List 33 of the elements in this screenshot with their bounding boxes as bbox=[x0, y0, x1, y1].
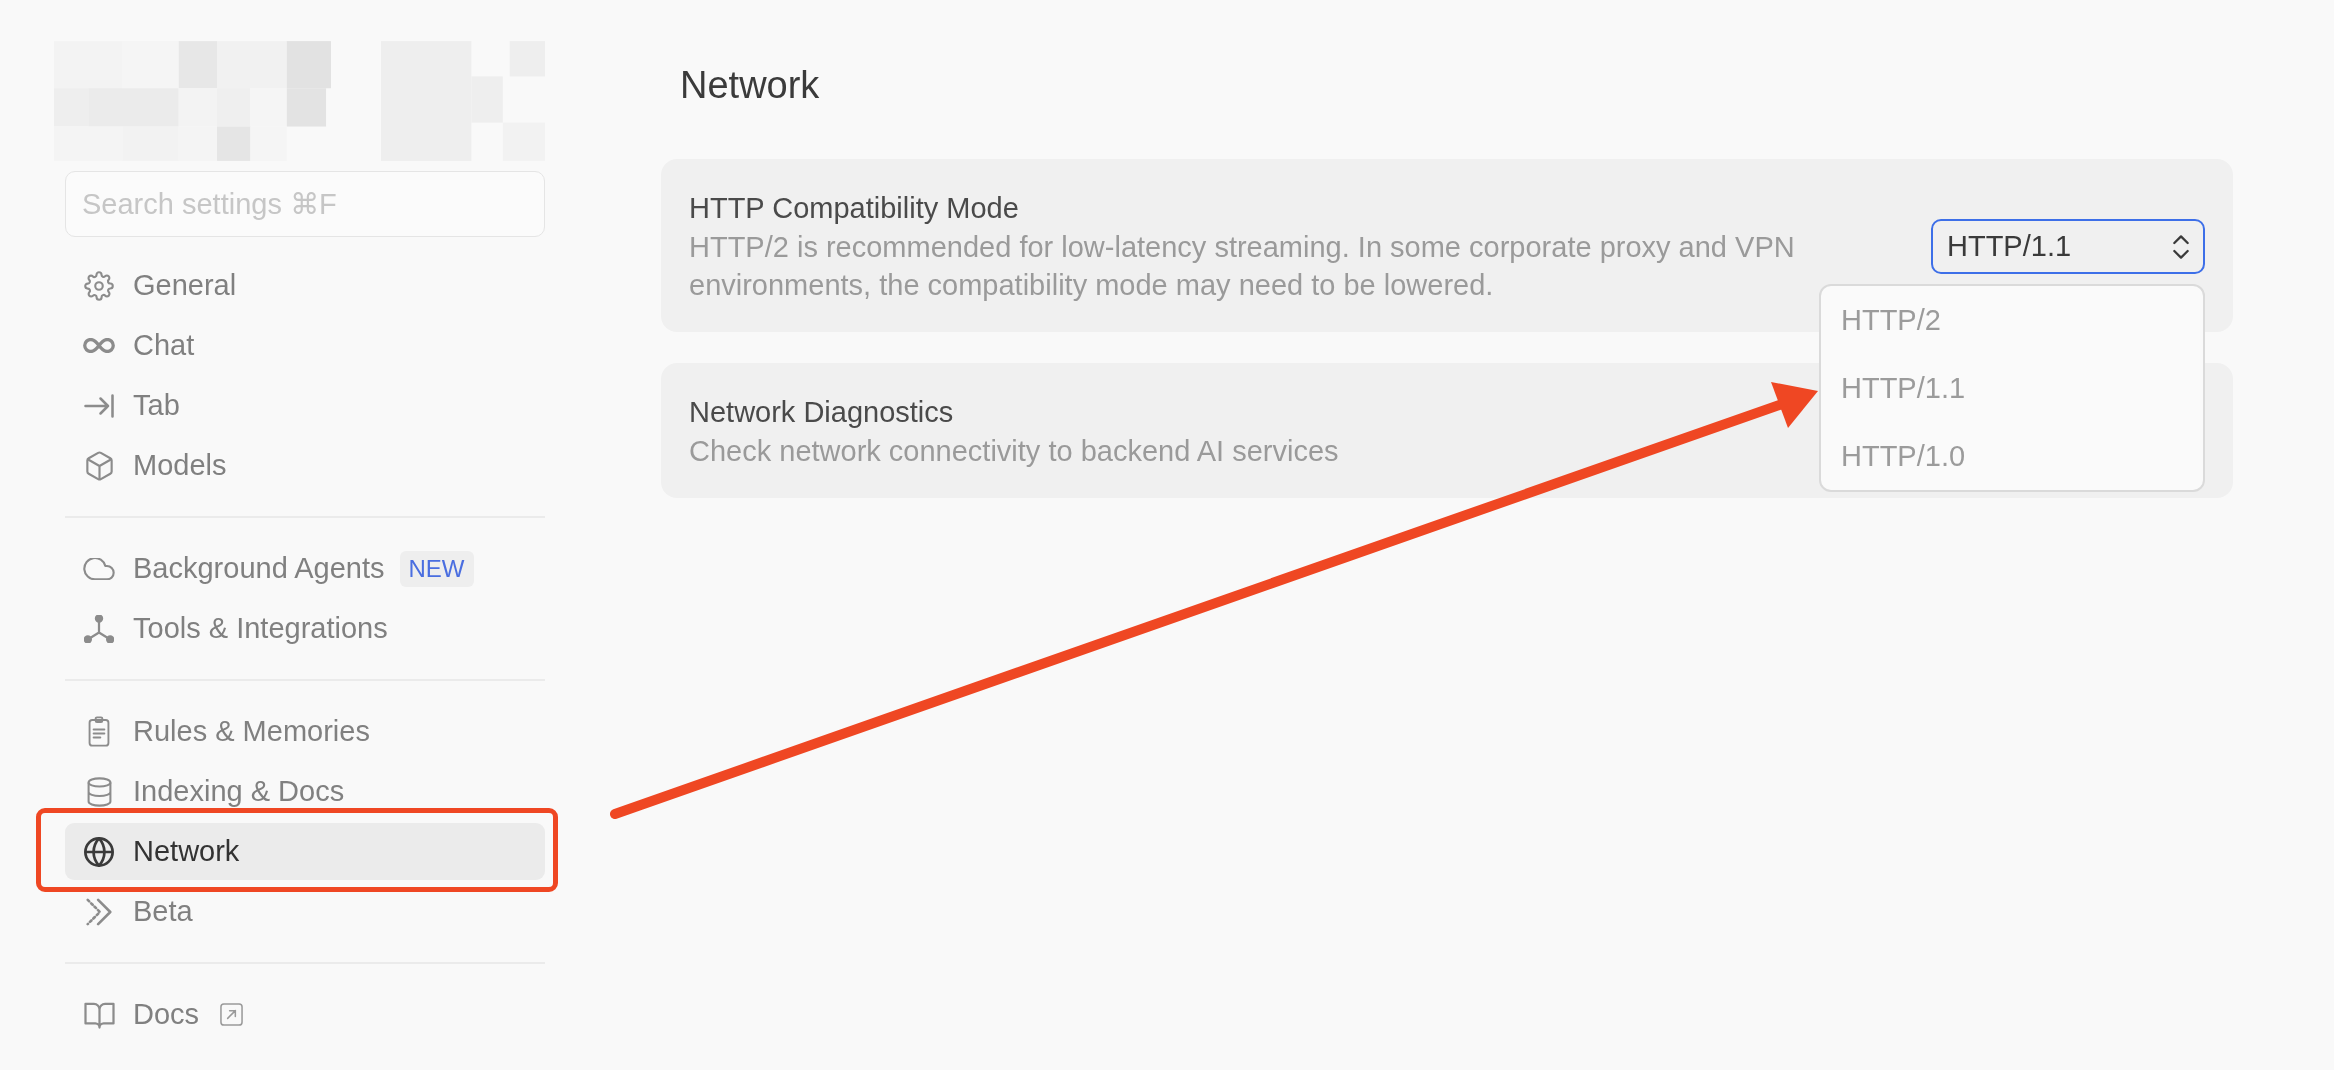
sidebar-item[interactable]: Rules & Memories bbox=[65, 703, 545, 760]
sidebar-item[interactable]: Tools & Integrations bbox=[65, 600, 545, 657]
chevron-updown-icon bbox=[2173, 234, 2189, 259]
sidebar-item[interactable]: Beta bbox=[65, 883, 545, 940]
cube-icon bbox=[85, 450, 113, 481]
database-icon bbox=[86, 776, 112, 807]
dropdown-option[interactable]: HTTP/2 bbox=[1821, 286, 2203, 354]
gear-icon bbox=[84, 270, 114, 301]
sidebar-item[interactable]: General bbox=[65, 257, 545, 314]
double-chevron-icon bbox=[86, 897, 112, 926]
infinity-icon bbox=[83, 338, 115, 353]
sidebar-item[interactable]: Tab bbox=[65, 377, 545, 434]
setting-title: HTTP Compatibility Mode bbox=[689, 191, 1019, 226]
dropdown-option[interactable]: HTTP/1.1 bbox=[1821, 354, 2203, 422]
sidebar-item[interactable]: Network bbox=[65, 823, 545, 880]
page-title: Network bbox=[680, 63, 820, 108]
tag-badge: NEW bbox=[399, 550, 474, 587]
select-dropdown[interactable]: HTTP/1.1 bbox=[1931, 219, 2205, 274]
globe-icon bbox=[84, 836, 114, 867]
setting-title: Network Diagnostics bbox=[689, 395, 954, 430]
setting-description: Check network connectivity to backend AI services bbox=[689, 434, 1339, 469]
dropdown-option[interactable]: HTTP/1.0 bbox=[1821, 422, 2203, 490]
sidebar-item[interactable]: Docs bbox=[65, 986, 545, 1043]
sidebar-item[interactable]: Indexing & Docs bbox=[65, 763, 545, 820]
book-icon bbox=[83, 1000, 115, 1029]
cloud-icon bbox=[83, 557, 115, 580]
node-graph-icon bbox=[84, 614, 114, 643]
setting-description: HTTP/2 is recommended for low-latency streaming. In some corporate proxy and VPN environments, the compatibility mode may need to be lowered. bbox=[689, 230, 1796, 303]
clipboard-icon bbox=[88, 716, 110, 747]
sidebar-item[interactable]: Chat bbox=[65, 317, 545, 374]
arrow-to-bar-icon bbox=[84, 393, 114, 418]
sidebar-item[interactable]: Background Agents NEW bbox=[65, 540, 545, 597]
sidebar-item[interactable]: Models bbox=[65, 437, 545, 494]
